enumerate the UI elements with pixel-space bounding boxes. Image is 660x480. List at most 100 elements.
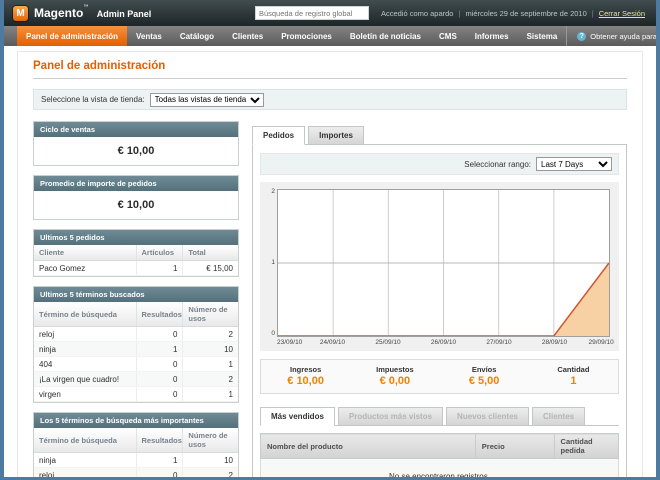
column-header: Término de búsqueda [34, 302, 136, 327]
table-header-row: Término de búsquedaResultadosNúmero de u… [34, 302, 238, 327]
orders-chart-area: 210 23/09/1024/09/1025/09/1026/09/1027/0… [260, 182, 619, 351]
average-orders-title: Promedio de importe de pedidos [34, 176, 238, 191]
nav-item-catalog[interactable]: Catálogo [171, 26, 223, 46]
tab-new-customers[interactable]: Nuevos clientes [446, 407, 529, 426]
table-header-row: Término de búsquedaResultadosNúmero de u… [34, 428, 238, 453]
table-row: virgen01 [34, 387, 238, 402]
page-title: Panel de administración [33, 60, 627, 72]
column-header: Cantidad pedida [554, 434, 618, 459]
column-header: Precio [475, 434, 554, 459]
help-link[interactable]: ? Obtener ayuda para esta página [566, 26, 660, 46]
content-area: Panel de administración Seleccione la vi… [17, 51, 643, 480]
chart-plot [277, 189, 610, 337]
orders-panel: Seleccionar rango: Last 7 Days 210 23/ [252, 145, 627, 480]
nav-item-newsletter[interactable]: Boletín de noticias [341, 26, 430, 46]
products-tabbar: Más vendidos Productos más vistos Nuevos… [260, 407, 619, 426]
total-value: 1 [529, 375, 618, 387]
table-row: 40401 [34, 357, 238, 372]
brand-suffix: Admin Panel [97, 9, 152, 19]
store-view-select[interactable]: Todas las vistas de tienda [150, 93, 264, 107]
total-tax: Impuestos € 0,00 [350, 365, 439, 387]
total-shipping: Envíos € 5,00 [440, 365, 529, 387]
orders-chart [278, 190, 609, 336]
last-search-terms-box: Ultimos 5 términos buscados Término de b… [33, 286, 239, 403]
y-tick-label: 0 [271, 331, 275, 338]
total-label: Envíos [440, 365, 529, 374]
bestsellers-grid: Nombre del productoPrecioCantidad pedida… [260, 433, 619, 480]
tab-customers[interactable]: Clientes [532, 407, 585, 426]
x-tick-label: 24/09/10 [320, 339, 345, 346]
column-header: Término de búsqueda [34, 428, 136, 453]
admin-page: M Magento™ Admin Panel Accedió como apar… [0, 0, 660, 480]
brand-title: Magento™ Admin Panel [34, 4, 151, 22]
total-value: € 0,00 [350, 375, 439, 387]
total-label: Impuestos [350, 365, 439, 374]
tab-bestsellers[interactable]: Más vendidos [260, 407, 335, 426]
total-label: Cantidad [529, 365, 618, 374]
last-orders-title: Ultimos 5 pedidos [34, 230, 238, 245]
totals-strip: Ingresos € 10,00 Impuestos € 0,00 Envíos… [260, 359, 619, 394]
dashboard-left-column: Ciclo de ventas € 10,00 Promedio de impo… [33, 121, 239, 480]
nav-item-dashboard[interactable]: Panel de administración [17, 26, 127, 46]
separator: | [458, 9, 460, 18]
table-row: ninja110 [34, 342, 238, 357]
logged-in-as: Accedió como apardo [381, 9, 454, 18]
store-view-label: Seleccione la vista de tienda: [41, 95, 145, 104]
average-orders-box: Promedio de importe de pedidos € 10,00 [33, 175, 239, 220]
y-tick-label: 2 [271, 189, 275, 196]
separator: | [592, 9, 594, 18]
global-search-input[interactable] [255, 6, 369, 20]
x-tick-label: 27/09/10 [486, 339, 511, 346]
brand-name: Magento [34, 6, 83, 20]
chart-x-labels: 23/09/1024/09/1025/09/1026/09/1027/09/10… [277, 339, 610, 348]
nav-item-promotions[interactable]: Promociones [272, 26, 341, 46]
last-search-terms-title: Ultimos 5 términos buscados [34, 287, 238, 302]
help-link-label: Obtener ayuda para esta página [590, 32, 660, 41]
table-header-row: ClienteArtículosTotal [34, 245, 238, 261]
last-orders-box: Ultimos 5 pedidos ClienteArtículosTotal … [33, 229, 239, 277]
trademark-mark: ™ [83, 4, 88, 10]
top-header: M Magento™ Admin Panel Accedió como apar… [4, 0, 656, 26]
range-bar: Seleccionar rango: Last 7 Days [260, 153, 619, 175]
store-view-bar: Seleccione la vista de tienda: Todas las… [33, 89, 627, 110]
nav-item-reports[interactable]: Informes [466, 26, 518, 46]
column-header: Artículos [136, 245, 183, 261]
column-header: Total [183, 245, 238, 261]
column-header: Número de usos [183, 428, 238, 453]
last-orders-table: ClienteArtículosTotal Paco Gomez1€ 15,00 [34, 245, 238, 276]
dashboard-right-column: Pedidos Importes Seleccionar rango: Last… [252, 121, 627, 480]
nav-item-customers[interactable]: Clientes [223, 26, 272, 46]
tab-orders[interactable]: Pedidos [252, 126, 305, 145]
top-search-terms-title: Los 5 términos de búsqueda más important… [34, 413, 238, 428]
last-search-terms-table: Término de búsquedaResultadosNúmero de u… [34, 302, 238, 402]
average-orders-value: € 10,00 [34, 191, 238, 219]
x-tick-label: 29/09/10 [588, 339, 613, 346]
total-revenue: Ingresos € 10,00 [261, 365, 350, 387]
lifetime-sales-box: Ciclo de ventas € 10,00 [33, 121, 239, 166]
table-row: ¡La virgen que cuadro!02 [34, 372, 238, 387]
nav-item-sales[interactable]: Ventas [127, 26, 171, 46]
top-search-terms-box: Los 5 términos de búsqueda más important… [33, 412, 239, 480]
table-row: reloj02 [34, 468, 238, 480]
total-label: Ingresos [261, 365, 350, 374]
x-tick-label: 25/09/10 [375, 339, 400, 346]
tab-amounts[interactable]: Importes [308, 126, 364, 145]
nav-item-system[interactable]: Sistema [518, 26, 567, 46]
total-value: € 10,00 [261, 375, 350, 387]
range-select[interactable]: Last 7 Days [536, 157, 612, 171]
x-tick-label: 28/09/10 [542, 339, 567, 346]
nav-item-cms[interactable]: CMS [430, 26, 466, 46]
column-header: Resultados [136, 302, 183, 327]
column-header: Resultados [136, 428, 183, 453]
current-date: miércoles 29 de septiembre de 2010 [465, 9, 586, 18]
column-header: Cliente [34, 245, 136, 261]
header-session-info: Accedió como apardo | miércoles 29 de se… [381, 9, 645, 18]
column-header: Nombre del producto [261, 434, 476, 459]
table-row: ninja110 [34, 453, 238, 468]
orders-amounts-tabbar: Pedidos Importes [252, 126, 627, 145]
tab-most-viewed[interactable]: Productos más vistos [338, 407, 443, 426]
logout-link[interactable]: Cerrar Sesión [599, 9, 645, 18]
top-search-terms-table: Término de búsquedaResultadosNúmero de u… [34, 428, 238, 480]
magento-logo-icon: M [13, 6, 28, 21]
column-header: Número de usos [183, 302, 238, 327]
